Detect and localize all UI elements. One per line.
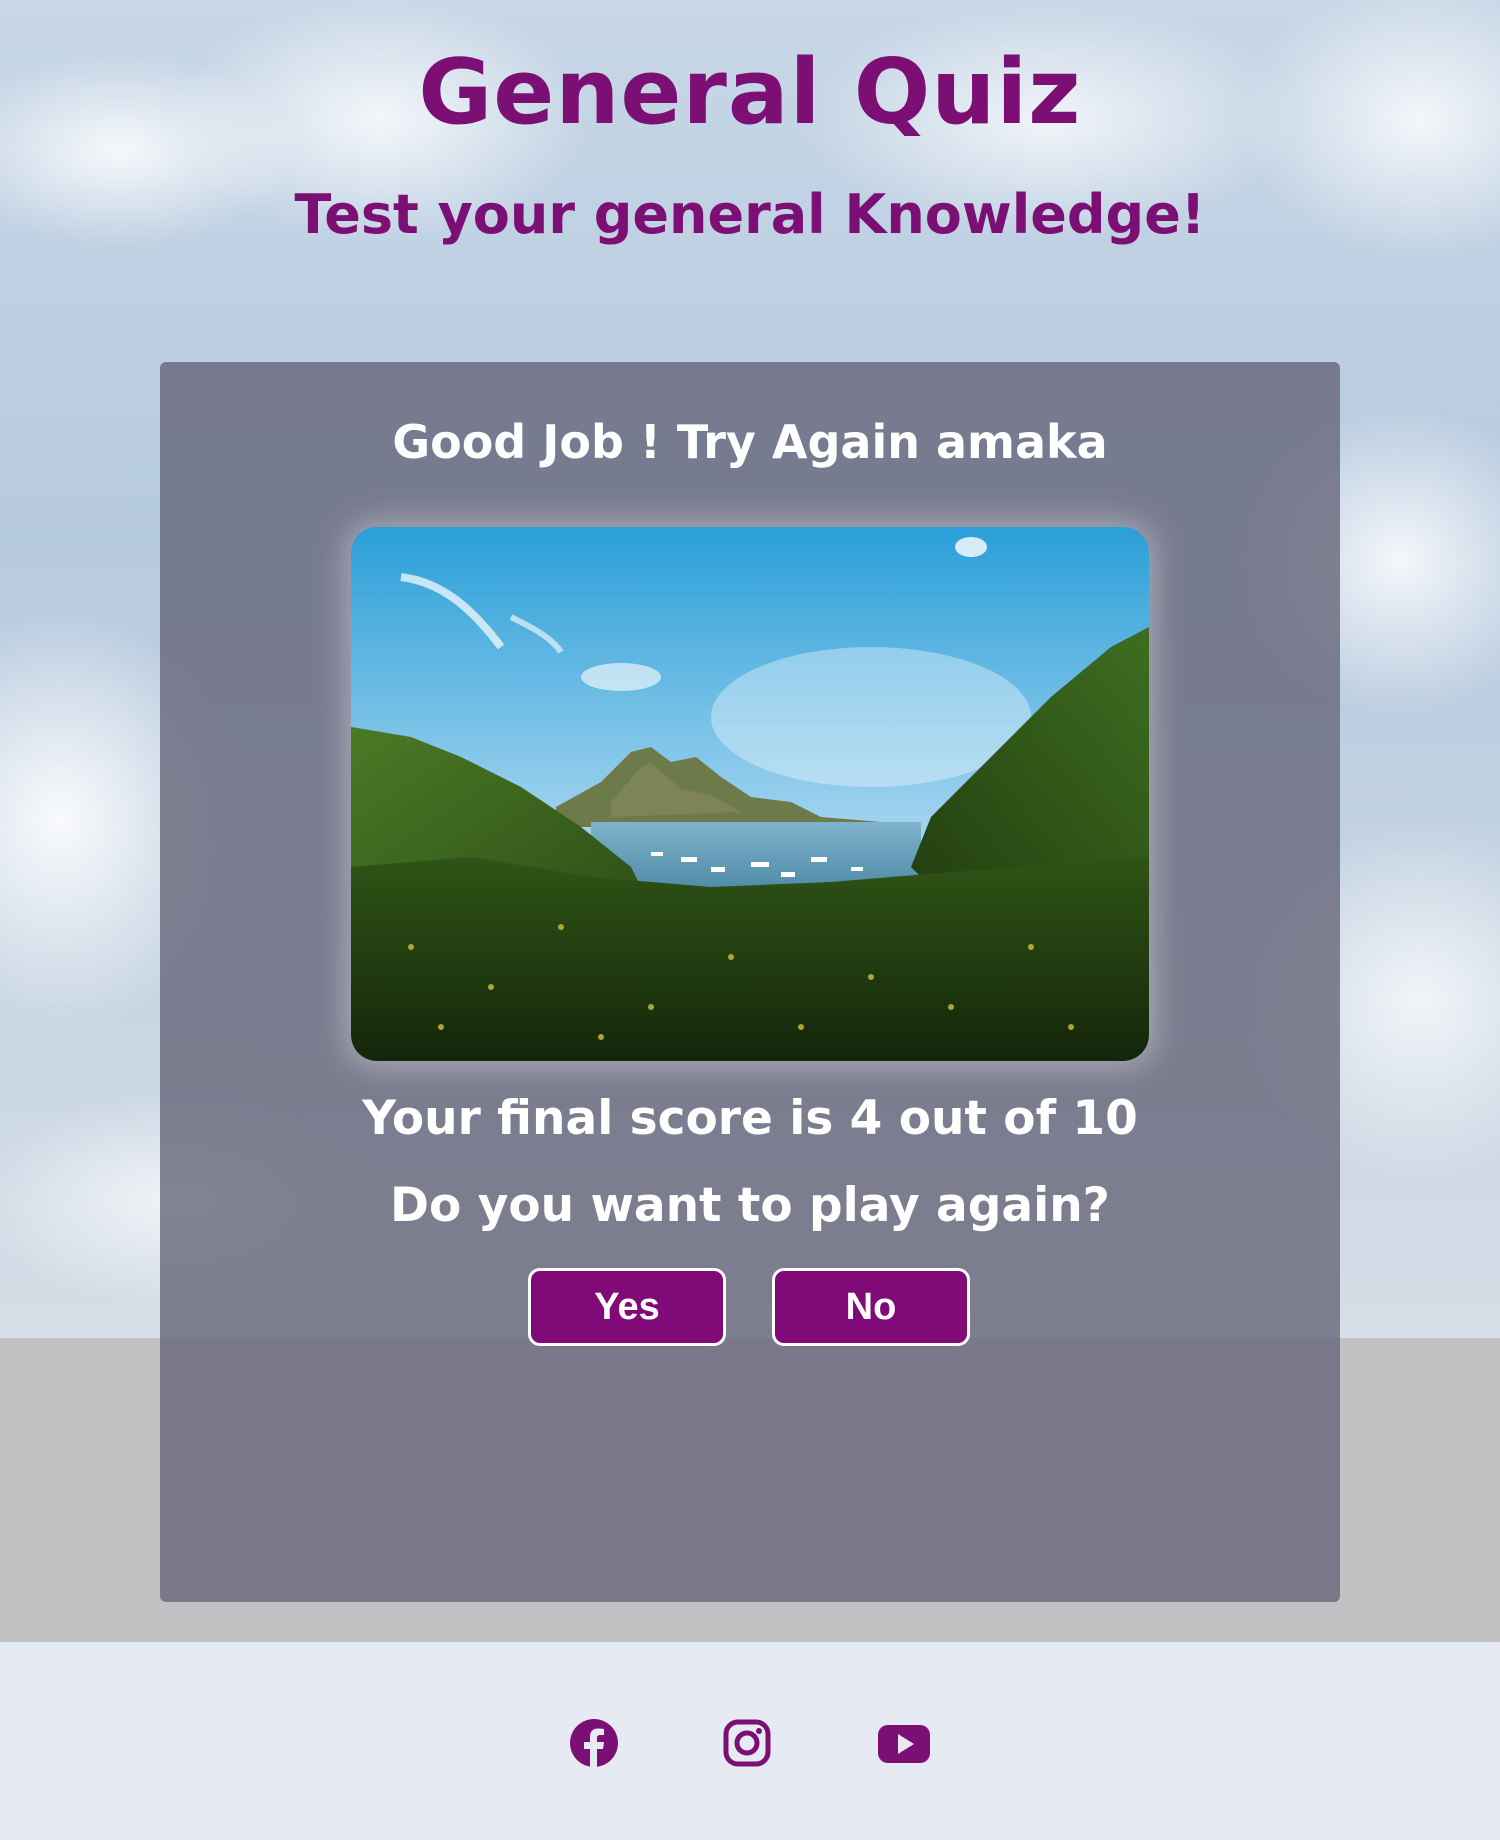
play-again-prompt: Do you want to play again?: [390, 1178, 1110, 1233]
youtube-link[interactable]: [876, 1715, 932, 1771]
result-heading: Good Job ! Try Again amaka: [392, 415, 1108, 469]
result-card: Good Job ! Try Again amaka Your final sc…: [160, 362, 1340, 1602]
quiz-page: General Quiz Test your general Knowledge…: [0, 0, 1500, 1840]
page-subtitle: Test your general Knowledge!: [294, 183, 1206, 246]
instagram-link[interactable]: [719, 1715, 775, 1771]
facebook-link[interactable]: [566, 1715, 622, 1771]
no-button[interactable]: No: [772, 1268, 970, 1346]
final-score-text: Your final score is 4 out of 10: [362, 1091, 1138, 1146]
landscape-illustration: [351, 527, 1149, 1061]
yes-button[interactable]: Yes: [528, 1268, 726, 1346]
result-image: [351, 527, 1149, 1061]
facebook-icon: [570, 1719, 618, 1767]
page-title: General Quiz: [418, 40, 1082, 145]
instagram-icon: [723, 1719, 771, 1767]
youtube-icon: [878, 1725, 930, 1763]
